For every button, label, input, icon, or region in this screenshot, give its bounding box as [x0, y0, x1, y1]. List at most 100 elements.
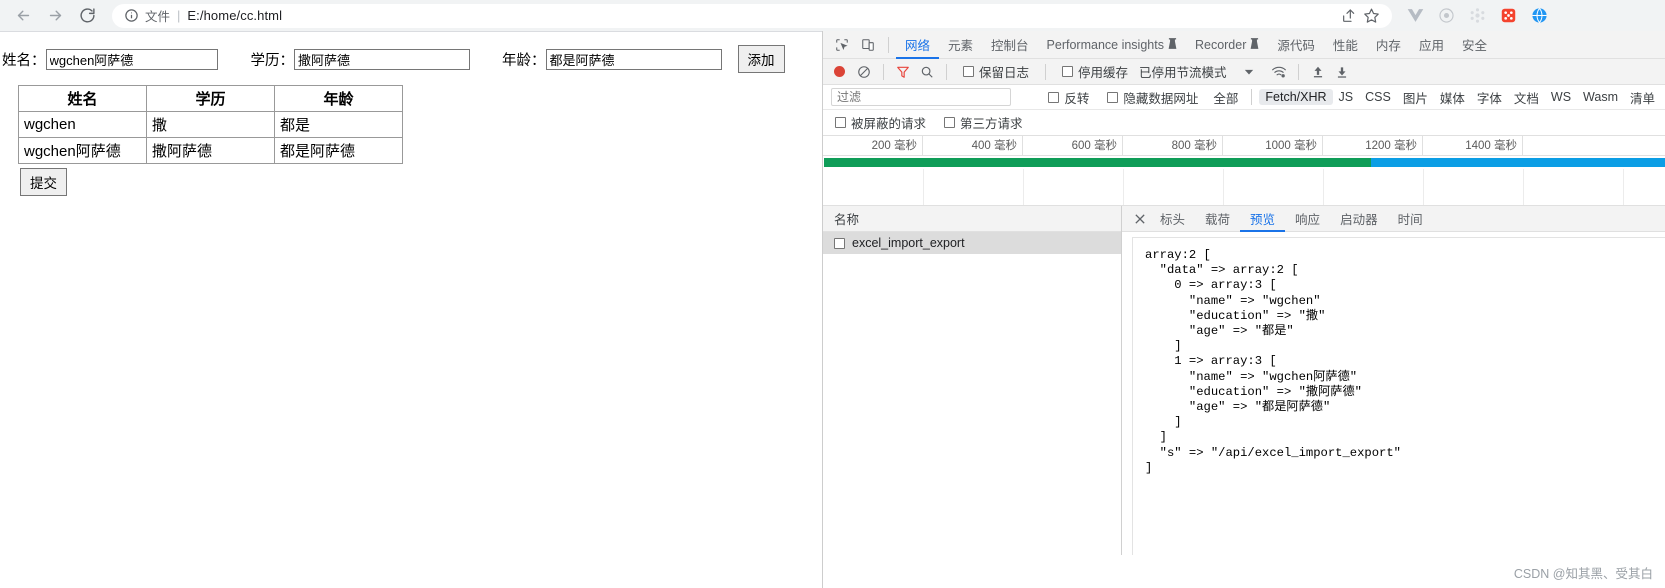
table-row: wgchen 撒 都是 [18, 111, 403, 138]
tab-sources[interactable]: 源代码 [1268, 31, 1324, 59]
detail-tab-payload[interactable]: 载荷 [1195, 206, 1240, 232]
request-type-icon [834, 237, 845, 249]
inspect-element-icon[interactable] [829, 34, 855, 56]
add-button[interactable]: 添加 [737, 45, 785, 73]
reload-button[interactable] [72, 2, 102, 30]
type-filter-manifest[interactable]: 清单 [1624, 87, 1661, 108]
info-circle-icon[interactable] [124, 8, 139, 23]
tab-console[interactable]: 控制台 [982, 31, 1038, 59]
timeline-tick: 1200 毫秒 [1323, 136, 1423, 156]
type-filter-wasm[interactable]: Wasm [1577, 89, 1624, 105]
invert-checkbox[interactable]: 反转 [1048, 88, 1089, 107]
disable-cache-checkbox[interactable]: 停用缓存 [1062, 62, 1128, 81]
type-filter-media[interactable]: 媒体 [1434, 87, 1471, 108]
tab-label: 控制台 [991, 39, 1029, 53]
blocked-requests-checkbox[interactable]: 被屏蔽的请求 [835, 113, 926, 132]
molecule-extension-icon[interactable] [1468, 7, 1486, 25]
wifi-settings-icon[interactable] [1267, 61, 1291, 83]
disable-cache-label: 停用缓存 [1078, 66, 1129, 80]
submit-button[interactable]: 提交 [20, 168, 67, 196]
preserve-log-checkbox[interactable]: 保留日志 [963, 62, 1029, 81]
hide-data-urls-checkbox[interactable]: 隐藏数据网址 [1107, 88, 1198, 107]
dice-extension-icon[interactable] [1499, 7, 1517, 25]
detail-tab-response[interactable]: 响应 [1285, 206, 1330, 232]
type-filter-font[interactable]: 字体 [1471, 87, 1508, 108]
tab-recorder[interactable]: Recorder [1186, 31, 1268, 59]
cell-education: 撒阿萨德 [146, 137, 275, 164]
filter-input[interactable] [831, 88, 1011, 106]
type-filter-ws[interactable]: WS [1545, 89, 1577, 105]
name-label: 姓名： [2, 52, 46, 69]
tab-performance-insights[interactable]: Performance insights [1038, 31, 1186, 59]
type-filter-all[interactable]: 全部 [1207, 87, 1244, 108]
cell-name: wgchen阿萨德 [18, 137, 147, 164]
submit-row: 提交 [20, 168, 822, 196]
detail-tab-preview[interactable]: 预览 [1240, 206, 1285, 232]
column-header-education: 学历 [146, 85, 275, 112]
tab-label: 内存 [1375, 39, 1401, 53]
checkbox-box [835, 117, 846, 128]
type-filter-fetch-xhr[interactable]: Fetch/XHR [1259, 89, 1333, 105]
navigation-buttons [0, 2, 102, 30]
table-row: wgchen阿萨德 撒阿萨德 都是阿萨德 [18, 137, 403, 164]
type-filter-doc[interactable]: 文档 [1508, 87, 1545, 108]
share-icon[interactable] [1341, 8, 1357, 24]
tab-memory[interactable]: 内存 [1367, 31, 1410, 59]
ring-extension-icon[interactable] [1437, 7, 1455, 25]
vue-devtools-icon[interactable] [1406, 7, 1424, 25]
tab-network[interactable]: 网络 [896, 31, 939, 59]
filter-icon[interactable] [891, 61, 915, 83]
request-row[interactable]: excel_import_export [823, 232, 1121, 254]
cell-age: 都是阿萨德 [274, 137, 403, 164]
tab-label: 应用 [1418, 39, 1444, 53]
detail-tab-initiator[interactable]: 启动器 [1330, 206, 1388, 232]
tab-performance[interactable]: 性能 [1324, 31, 1367, 59]
blue-globe-extension-icon[interactable] [1530, 7, 1548, 25]
requests-panel: 名称 excel_import_export [823, 206, 1122, 555]
search-icon[interactable] [915, 61, 939, 83]
tab-security[interactable]: 安全 [1453, 31, 1496, 59]
type-filter-css[interactable]: CSS [1359, 89, 1397, 105]
record-button-icon[interactable] [834, 66, 845, 77]
device-toolbar-icon[interactable] [855, 34, 881, 56]
third-party-requests-checkbox[interactable]: 第三方请求 [944, 113, 1023, 132]
tab-elements[interactable]: 元素 [939, 31, 982, 59]
column-header-name: 名称 [834, 213, 860, 227]
tab-application[interactable]: 应用 [1410, 31, 1453, 59]
back-button[interactable] [8, 2, 38, 30]
star-icon[interactable] [1363, 7, 1380, 24]
blocked-requests-label: 被屏蔽的请求 [851, 117, 927, 131]
checkbox-box [944, 117, 956, 128]
education-input[interactable] [294, 48, 470, 70]
checkbox-box [1048, 91, 1060, 103]
age-label: 年龄： [502, 52, 546, 69]
download-har-icon[interactable] [1330, 61, 1354, 83]
tab-label: Recorder [1194, 37, 1247, 52]
throttling-label[interactable]: 已停用节流模式 [1139, 62, 1227, 81]
upload-har-icon[interactable] [1306, 61, 1330, 83]
detail-tab-timing[interactable]: 时间 [1388, 206, 1433, 232]
network-filter-bar-2: 被屏蔽的请求 第三方请求 [823, 110, 1665, 136]
requests-column-header[interactable]: 名称 [823, 206, 1121, 232]
timeline-ruler: 200 毫秒 400 毫秒 600 毫秒 800 毫秒 1000 毫秒 1200… [823, 136, 1665, 156]
name-input[interactable] [45, 48, 218, 70]
browser-toolbar: 文件 | E:/home/cc.html [0, 0, 1665, 31]
toolbar-divider [1045, 63, 1047, 80]
clear-network-log-icon[interactable] [852, 61, 876, 83]
close-icon[interactable] [1130, 209, 1150, 229]
hide-data-urls-label: 隐藏数据网址 [1123, 91, 1199, 106]
timeline-tick: 200 毫秒 [823, 136, 923, 156]
people-table: 姓名 学历 年龄 wgchen 撒 都是 wgchen阿萨德 撒阿萨德 都是阿萨… [18, 85, 403, 164]
age-input[interactable] [545, 48, 722, 70]
network-overview[interactable]: 200 毫秒 400 毫秒 600 毫秒 800 毫秒 1000 毫秒 1200… [823, 136, 1665, 206]
network-filter-bar: 反转 隐藏数据网址 全部 Fetch/XHR JS CSS 图片 媒体 字体 文… [823, 85, 1665, 110]
type-filter-img[interactable]: 图片 [1397, 87, 1434, 108]
third-party-requests-label: 第三方请求 [960, 117, 1023, 131]
forward-button[interactable] [40, 2, 70, 30]
tab-label: 元素 [948, 39, 974, 53]
address-bar[interactable]: 文件 | E:/home/cc.html [112, 3, 1392, 28]
toolbar-divider [888, 36, 889, 53]
type-filter-js[interactable]: JS [1333, 89, 1360, 105]
chevron-down-icon[interactable] [1237, 61, 1261, 83]
detail-tab-headers[interactable]: 标头 [1150, 206, 1195, 232]
